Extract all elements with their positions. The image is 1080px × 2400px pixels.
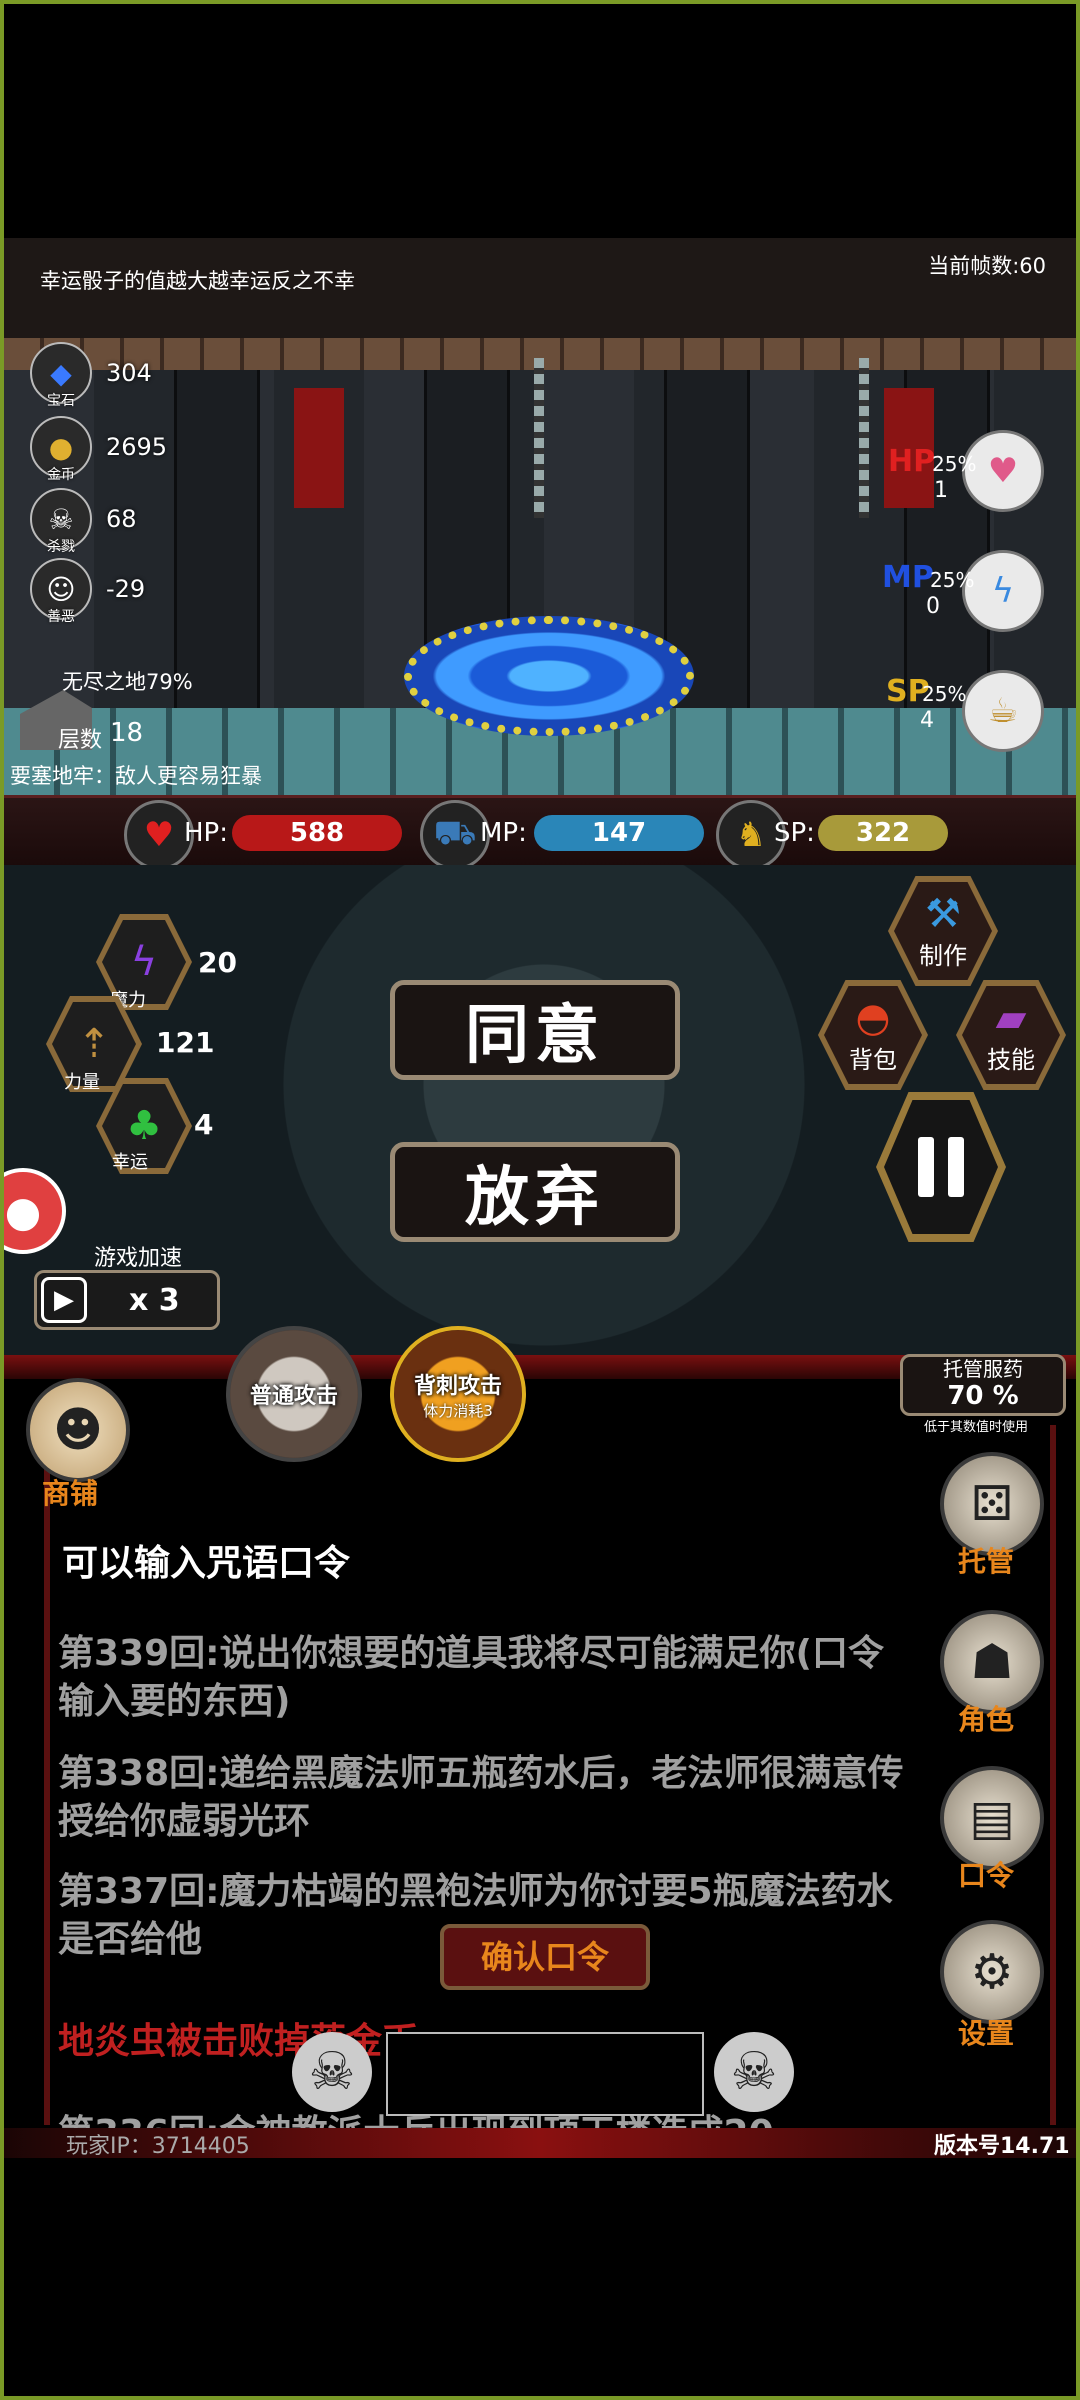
- version-number: 版本号14.71: [934, 2134, 1070, 2159]
- shop-button[interactable]: ☻: [26, 1378, 130, 1482]
- coin-icon: ● 金币: [30, 416, 92, 483]
- tip-text: 幸运骰子的值越大越幸运反之不幸: [40, 269, 355, 293]
- auto-potion-setting[interactable]: 托管服药 70 %: [900, 1354, 1066, 1416]
- sp-potion-button[interactable]: ☕: [962, 670, 1044, 752]
- mask-icon: ☺ 善恶: [30, 558, 92, 625]
- skull-icon: ☠ 杀戮: [30, 488, 92, 555]
- stat-bar: ♥ HP: 588 ⛟ MP: 147 ♞ SP: 322: [4, 795, 1076, 871]
- sp-label: SP:: [774, 818, 815, 848]
- merchant-icon: ☻: [52, 1402, 104, 1458]
- floor-label: 层数: [58, 728, 103, 753]
- heart-potion-icon: ♥: [987, 451, 1019, 491]
- confirm-command-button[interactable]: 确认口令: [440, 1924, 650, 1990]
- gear-icon: ⚙: [970, 1944, 1014, 2000]
- abandon-button[interactable]: 放弃: [390, 1142, 680, 1242]
- dice-icon: ⚄: [971, 1476, 1013, 1532]
- hp-label: HP:: [184, 818, 228, 848]
- scroll-icon: ▤: [969, 1790, 1015, 1846]
- gem-icon: ◆ 宝石: [30, 342, 92, 409]
- log-header: 可以输入咒语口令: [62, 1543, 351, 1584]
- person-icon: ●: [4, 1186, 42, 1236]
- log-line: 第338回:递给黑魔法师五瓶药水后，老法师很满意传授给你虚弱光环: [58, 1753, 904, 1842]
- hooded-figure-icon: ☗: [970, 1634, 1014, 1690]
- backstab-attack-button[interactable]: 背刺攻击 体力消耗3: [390, 1326, 526, 1462]
- resource-karma: ☺ 善恶 -29: [30, 556, 145, 625]
- resource-coin: ● 金币 2695: [30, 414, 167, 483]
- skull-right-icon: ☠: [714, 2032, 794, 2112]
- fps-counter: 当前帧数:60: [928, 254, 1046, 278]
- log-line: 第339回:说出你想要的道具我将尽可能满足你(口令输入要的东西): [58, 1633, 884, 1722]
- hp-value: 588: [232, 815, 402, 851]
- speed-value: x 3: [129, 1283, 180, 1318]
- play-icon: ▶: [41, 1277, 87, 1323]
- helmet-icon: ◓: [855, 994, 891, 1041]
- food-potion-icon: ☕: [987, 691, 1019, 731]
- strength-value: 121: [156, 1026, 215, 1059]
- auto-potion-note: 低于其数值时使用: [924, 1420, 1029, 1435]
- anvil-icon: ⚒: [925, 890, 961, 937]
- skull-left-icon: ☠: [292, 2032, 372, 2112]
- portal[interactable]: [404, 616, 694, 736]
- normal-attack-button[interactable]: 普通攻击: [226, 1326, 362, 1462]
- resource-gem: ◆ 宝石 304: [30, 340, 152, 409]
- game-scene: [4, 238, 1076, 798]
- auto-potion-value: 70 %: [947, 1381, 1019, 1411]
- pause-icon: [884, 1100, 998, 1234]
- dungeon-progress: 无尽之地79%: [62, 670, 193, 694]
- settings-button[interactable]: ⚙: [940, 1920, 1044, 2024]
- command-input[interactable]: [386, 2032, 704, 2116]
- sp-value: 322: [818, 815, 948, 851]
- speed-label: 游戏加速: [94, 1246, 183, 1271]
- spellbook-icon: ▰: [995, 994, 1027, 1041]
- lightning-potion-icon: ϟ: [991, 571, 1015, 611]
- magic-value: 20: [198, 946, 237, 979]
- speed-toggle[interactable]: ▶ x 3: [34, 1270, 220, 1330]
- floor-value: 18: [110, 718, 144, 748]
- player-ip: 玩家IP：3714405: [66, 2134, 250, 2159]
- luck-value: 4: [194, 1108, 214, 1141]
- dungeon-modifier: 要塞地牢：敌人更容易狂暴: [10, 764, 262, 788]
- mp-label: MP:: [480, 818, 527, 848]
- agree-button[interactable]: 同意: [390, 980, 680, 1080]
- resource-kill: ☠ 杀戮 68: [30, 486, 137, 555]
- mp-value: 147: [534, 815, 704, 851]
